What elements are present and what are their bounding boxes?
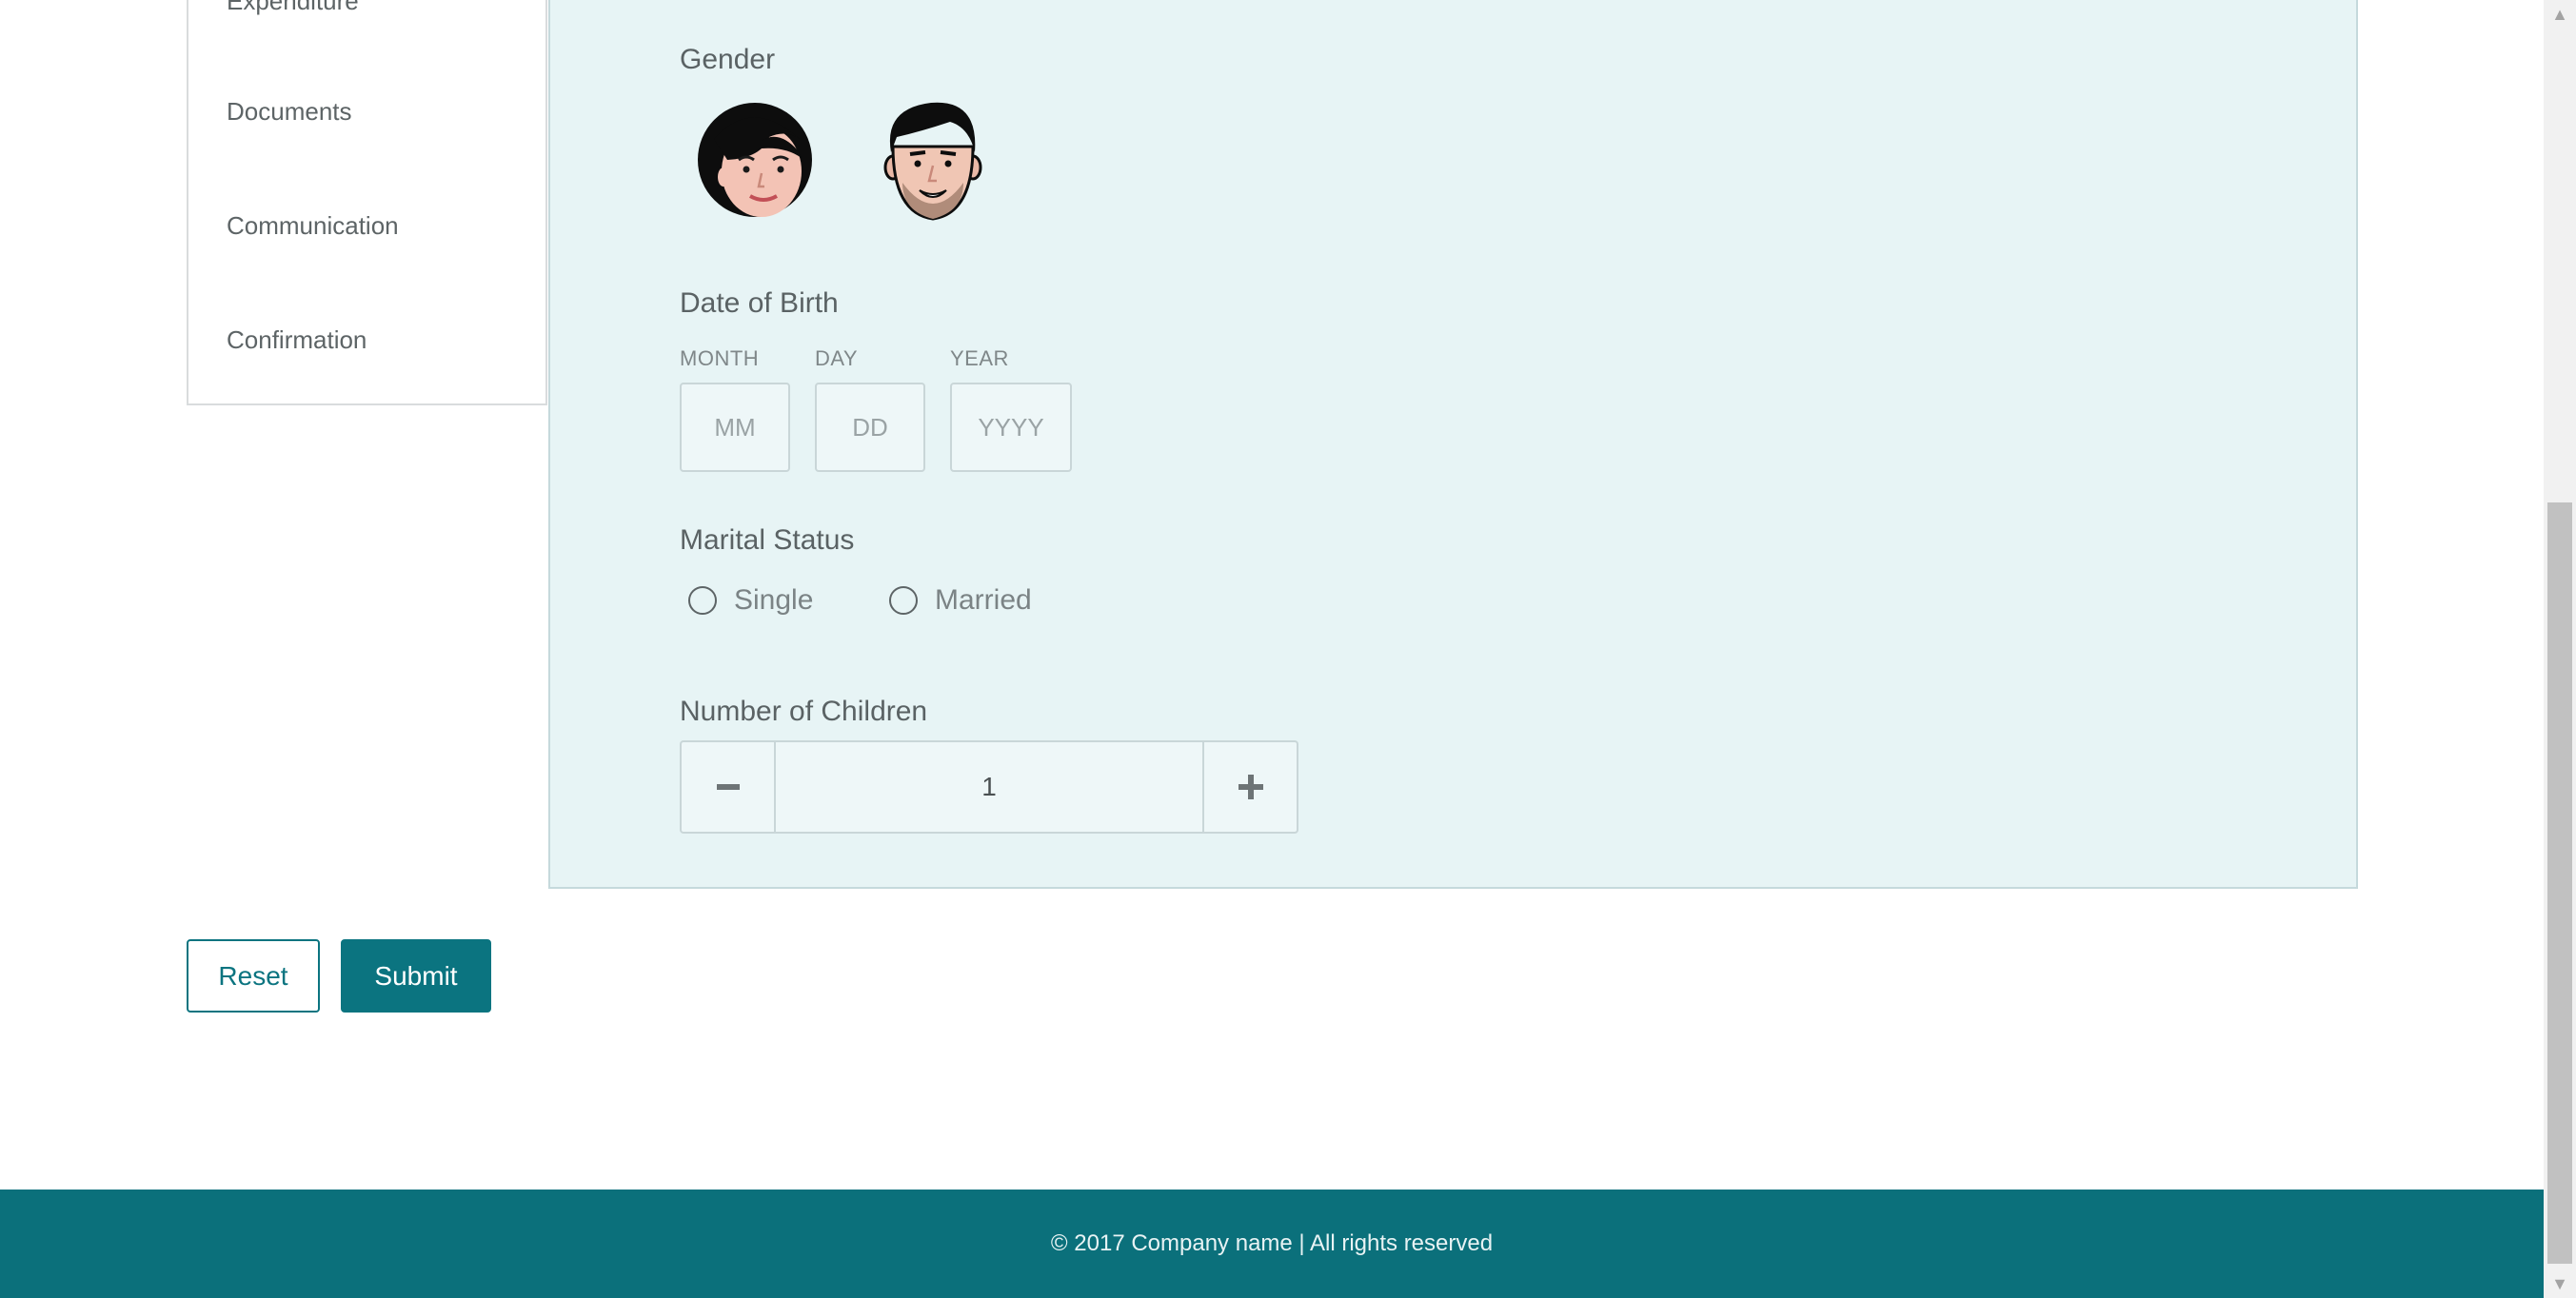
- marital-status-label: Marital Status: [680, 524, 855, 556]
- children-stepper: 1: [680, 740, 1298, 834]
- radio-circle[interactable]: [688, 586, 717, 615]
- vertical-scrollbar[interactable]: ▲ ▼: [2544, 0, 2576, 1298]
- submit-button[interactable]: Submit: [341, 939, 491, 1013]
- sidebar-item-expenditure[interactable]: Expenditure: [227, 0, 359, 16]
- dob-label: Date of Birth: [680, 287, 839, 319]
- radio-married-label: Married: [935, 584, 1032, 616]
- scroll-thumb[interactable]: [2547, 502, 2572, 1264]
- dob-day-label: DAY: [815, 346, 859, 370]
- sidebar-item-documents[interactable]: Documents: [227, 97, 352, 127]
- dob-month-input[interactable]: [680, 383, 790, 472]
- children-count-value[interactable]: 1: [776, 742, 1202, 832]
- dob-month-label: MONTH: [680, 346, 760, 370]
- minus-icon[interactable]: [682, 742, 776, 832]
- gender-label: Gender: [680, 44, 776, 75]
- radio-circle[interactable]: [889, 586, 918, 615]
- radio-married[interactable]: Married: [889, 584, 1032, 617]
- male-avatar-icon[interactable]: [883, 99, 982, 227]
- footer-copyright: © 2017 Company name | All rights reserve…: [1050, 1230, 1494, 1256]
- scroll-up-arrow-icon[interactable]: ▲: [2544, 0, 2576, 29]
- page: Expenditure Documents Communication Conf…: [0, 0, 2544, 1298]
- radio-single-label: Single: [734, 584, 814, 616]
- sidebar-nav: Expenditure Documents Communication Conf…: [187, 0, 547, 405]
- reset-button[interactable]: Reset: [187, 939, 320, 1013]
- children-label: Number of Children: [680, 696, 928, 727]
- sidebar-item-confirmation[interactable]: Confirmation: [227, 325, 367, 355]
- plus-icon[interactable]: [1202, 742, 1297, 832]
- scroll-down-arrow-icon[interactable]: ▼: [2544, 1269, 2576, 1298]
- female-avatar-icon[interactable]: [695, 101, 815, 226]
- footer: © 2017 Company name | All rights reserve…: [0, 1190, 2544, 1298]
- dob-year-input[interactable]: [950, 383, 1072, 472]
- radio-single[interactable]: Single: [688, 584, 813, 617]
- dob-day-input[interactable]: [815, 383, 925, 472]
- sidebar-item-communication[interactable]: Communication: [227, 211, 399, 241]
- dob-year-label: YEAR: [950, 346, 1009, 370]
